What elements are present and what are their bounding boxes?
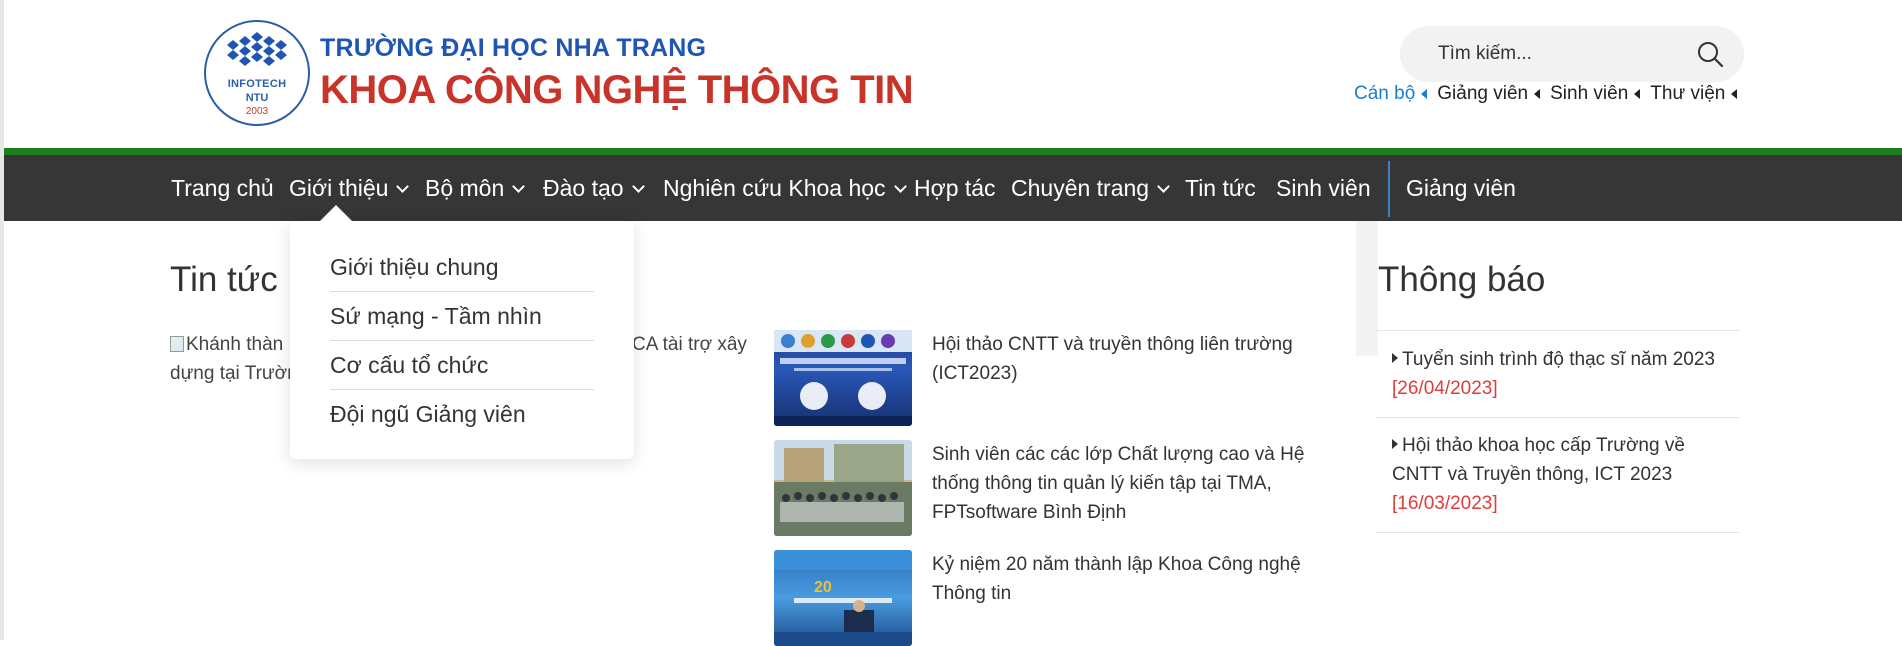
notice-item-title[interactable]: Tuyển sinh trình độ thạc sĩ năm 2023 [1392,345,1732,374]
news-item-title[interactable]: Sinh viên các các lớp Chất lượng cao và … [932,440,1312,527]
nav-label: Tin tức [1185,175,1256,201]
nav-label: Bộ môn [425,175,505,201]
nav-item-bo-mon[interactable]: Bộ môn [425,155,526,221]
page: INFOTECH NTU 2003 TRƯỜNG ĐẠI HỌC NHA TRA… [0,0,1902,646]
featured-alt-text-end: CA tài trợ xây [632,334,747,355]
search-input[interactable] [1438,26,1688,82]
nav-label: Hợp tác [914,175,996,201]
nav-label: Nghiên cứu Khoa học [663,175,886,201]
news-thumbnail[interactable] [774,440,912,536]
logo-text-infotech: INFOTECH [227,78,287,90]
dropdown-item-co-cau-to-chuc[interactable]: Cơ cấu tổ chức [330,341,594,390]
dropdown-pointer [320,205,352,221]
nav-item-nghien-cuu[interactable]: Nghiên cứu Khoa học [663,155,907,221]
chevron-down-icon [893,180,907,193]
quick-link-label: Giảng viên [1437,83,1529,104]
quick-link-sinh-vien[interactable]: Sinh viên [1550,83,1641,105]
nav-accent-stripe [4,148,1902,155]
nav-label: Giới thiệu [289,175,389,201]
quick-link-label: Cán bộ [1354,83,1416,104]
caret-right-icon [1392,353,1398,363]
conference-banner-image [774,330,912,426]
nav-label: Sinh viên [1276,175,1371,201]
caret-left-icon [1421,89,1428,99]
notice-divider [1376,532,1740,533]
quick-links: Cán bộ Giảng viên Sinh viên Thư viện [1354,82,1747,106]
notice-item-title[interactable]: Hội thảo khoa học cấp Trường về CNTT và … [1392,431,1732,489]
notice-date: [26/04/2023] [1392,378,1498,399]
news-item-title[interactable]: Hội thảo CNTT và truyền thông liên trườn… [932,330,1312,388]
notice-item[interactable]: Hội thảo khoa học cấp Trường về CNTT và … [1392,431,1732,518]
faculty-name[interactable]: KHOA CÔNG NGHỆ THÔNG TIN [320,68,914,113]
notice-divider [1376,417,1740,418]
caret-left-icon [1731,89,1738,99]
notice-title-text: Tuyển sinh trình độ thạc sĩ năm 2023 [1402,349,1715,370]
nav-item-dao-tao[interactable]: Đào tạo [543,155,645,221]
nav-label: Giảng viên [1406,175,1516,201]
featured-alt-text: Khánh thàn [186,334,284,355]
broken-image-icon [170,336,184,352]
gioi-thieu-dropdown: Giới thiệu chung Sứ mạng - Tầm nhìn Cơ c… [290,221,634,459]
anniversary-event-image: 20 [774,550,912,646]
chevron-down-icon [631,180,645,193]
caret-left-icon [1634,89,1641,99]
nav-item-hop-tac[interactable]: Hợp tác [914,155,996,221]
main-nav: Trang chủ Giới thiệu Bộ môn Đào tạo Nghi… [4,155,1902,221]
notice-date: [16/03/2023] [1392,493,1498,514]
quick-link-thu-vien[interactable]: Thư viện [1650,83,1738,105]
nav-item-chuyen-trang[interactable]: Chuyên trang [1011,155,1170,221]
nav-item-giang-vien[interactable]: Giảng viên [1406,155,1516,221]
window-edge [0,0,4,640]
logo-text-ntu: NTU [245,92,269,104]
dropdown-item-gioi-thieu-chung[interactable]: Giới thiệu chung [330,243,594,292]
svg-text:20: 20 [814,579,832,596]
notice-section-title: Thông báo [1378,260,1546,299]
nav-label: Trang chủ [171,175,274,201]
caret-right-icon [1392,439,1398,449]
chevron-down-icon [396,180,410,193]
search-box [1400,26,1744,82]
caret-left-icon [1534,89,1541,99]
nav-item-trang-chu[interactable]: Trang chủ [171,155,274,221]
nav-label: Chuyên trang [1011,175,1150,201]
quick-link-label: Thư viện [1650,83,1726,104]
notice-column-shade [1356,221,1378,356]
nav-item-tin-tuc[interactable]: Tin tức [1185,155,1256,221]
search-icon[interactable] [1696,40,1724,68]
nav-label: Đào tạo [543,175,624,201]
university-name[interactable]: TRƯỜNG ĐẠI HỌC NHA TRANG [320,34,706,63]
dropdown-item-su-mang-tam-nhin[interactable]: Sứ mạng - Tầm nhìn [330,292,594,341]
news-section-title: Tin tức [170,260,278,299]
notice-title-text: Hội thảo khoa học cấp Trường về CNTT và … [1392,435,1685,485]
quick-link-can-bo[interactable]: Cán bộ [1354,83,1428,105]
chevron-down-icon [1157,180,1170,193]
nav-item-sinh-vien[interactable]: Sinh viên [1276,155,1371,221]
nav-divider [1388,161,1390,217]
logo-text-year: 2003 [245,106,269,117]
dropdown-item-doi-ngu-giang-vien[interactable]: Đội ngũ Giảng viên [330,390,594,439]
quick-link-giang-vien[interactable]: Giảng viên [1437,83,1541,105]
faculty-logo[interactable]: INFOTECH NTU 2003 [204,20,310,126]
notice-item[interactable]: Tuyển sinh trình độ thạc sĩ năm 2023 [26… [1392,345,1732,403]
quick-link-label: Sinh viên [1550,83,1629,104]
notice-divider [1376,330,1740,331]
news-thumbnail[interactable] [774,330,912,426]
news-item-title[interactable]: Kỷ niệm 20 năm thành lập Khoa Công nghệ … [932,550,1312,608]
group-photo-image [774,440,912,536]
chevron-down-icon [512,180,526,193]
news-thumbnail[interactable]: 20 [774,550,912,646]
